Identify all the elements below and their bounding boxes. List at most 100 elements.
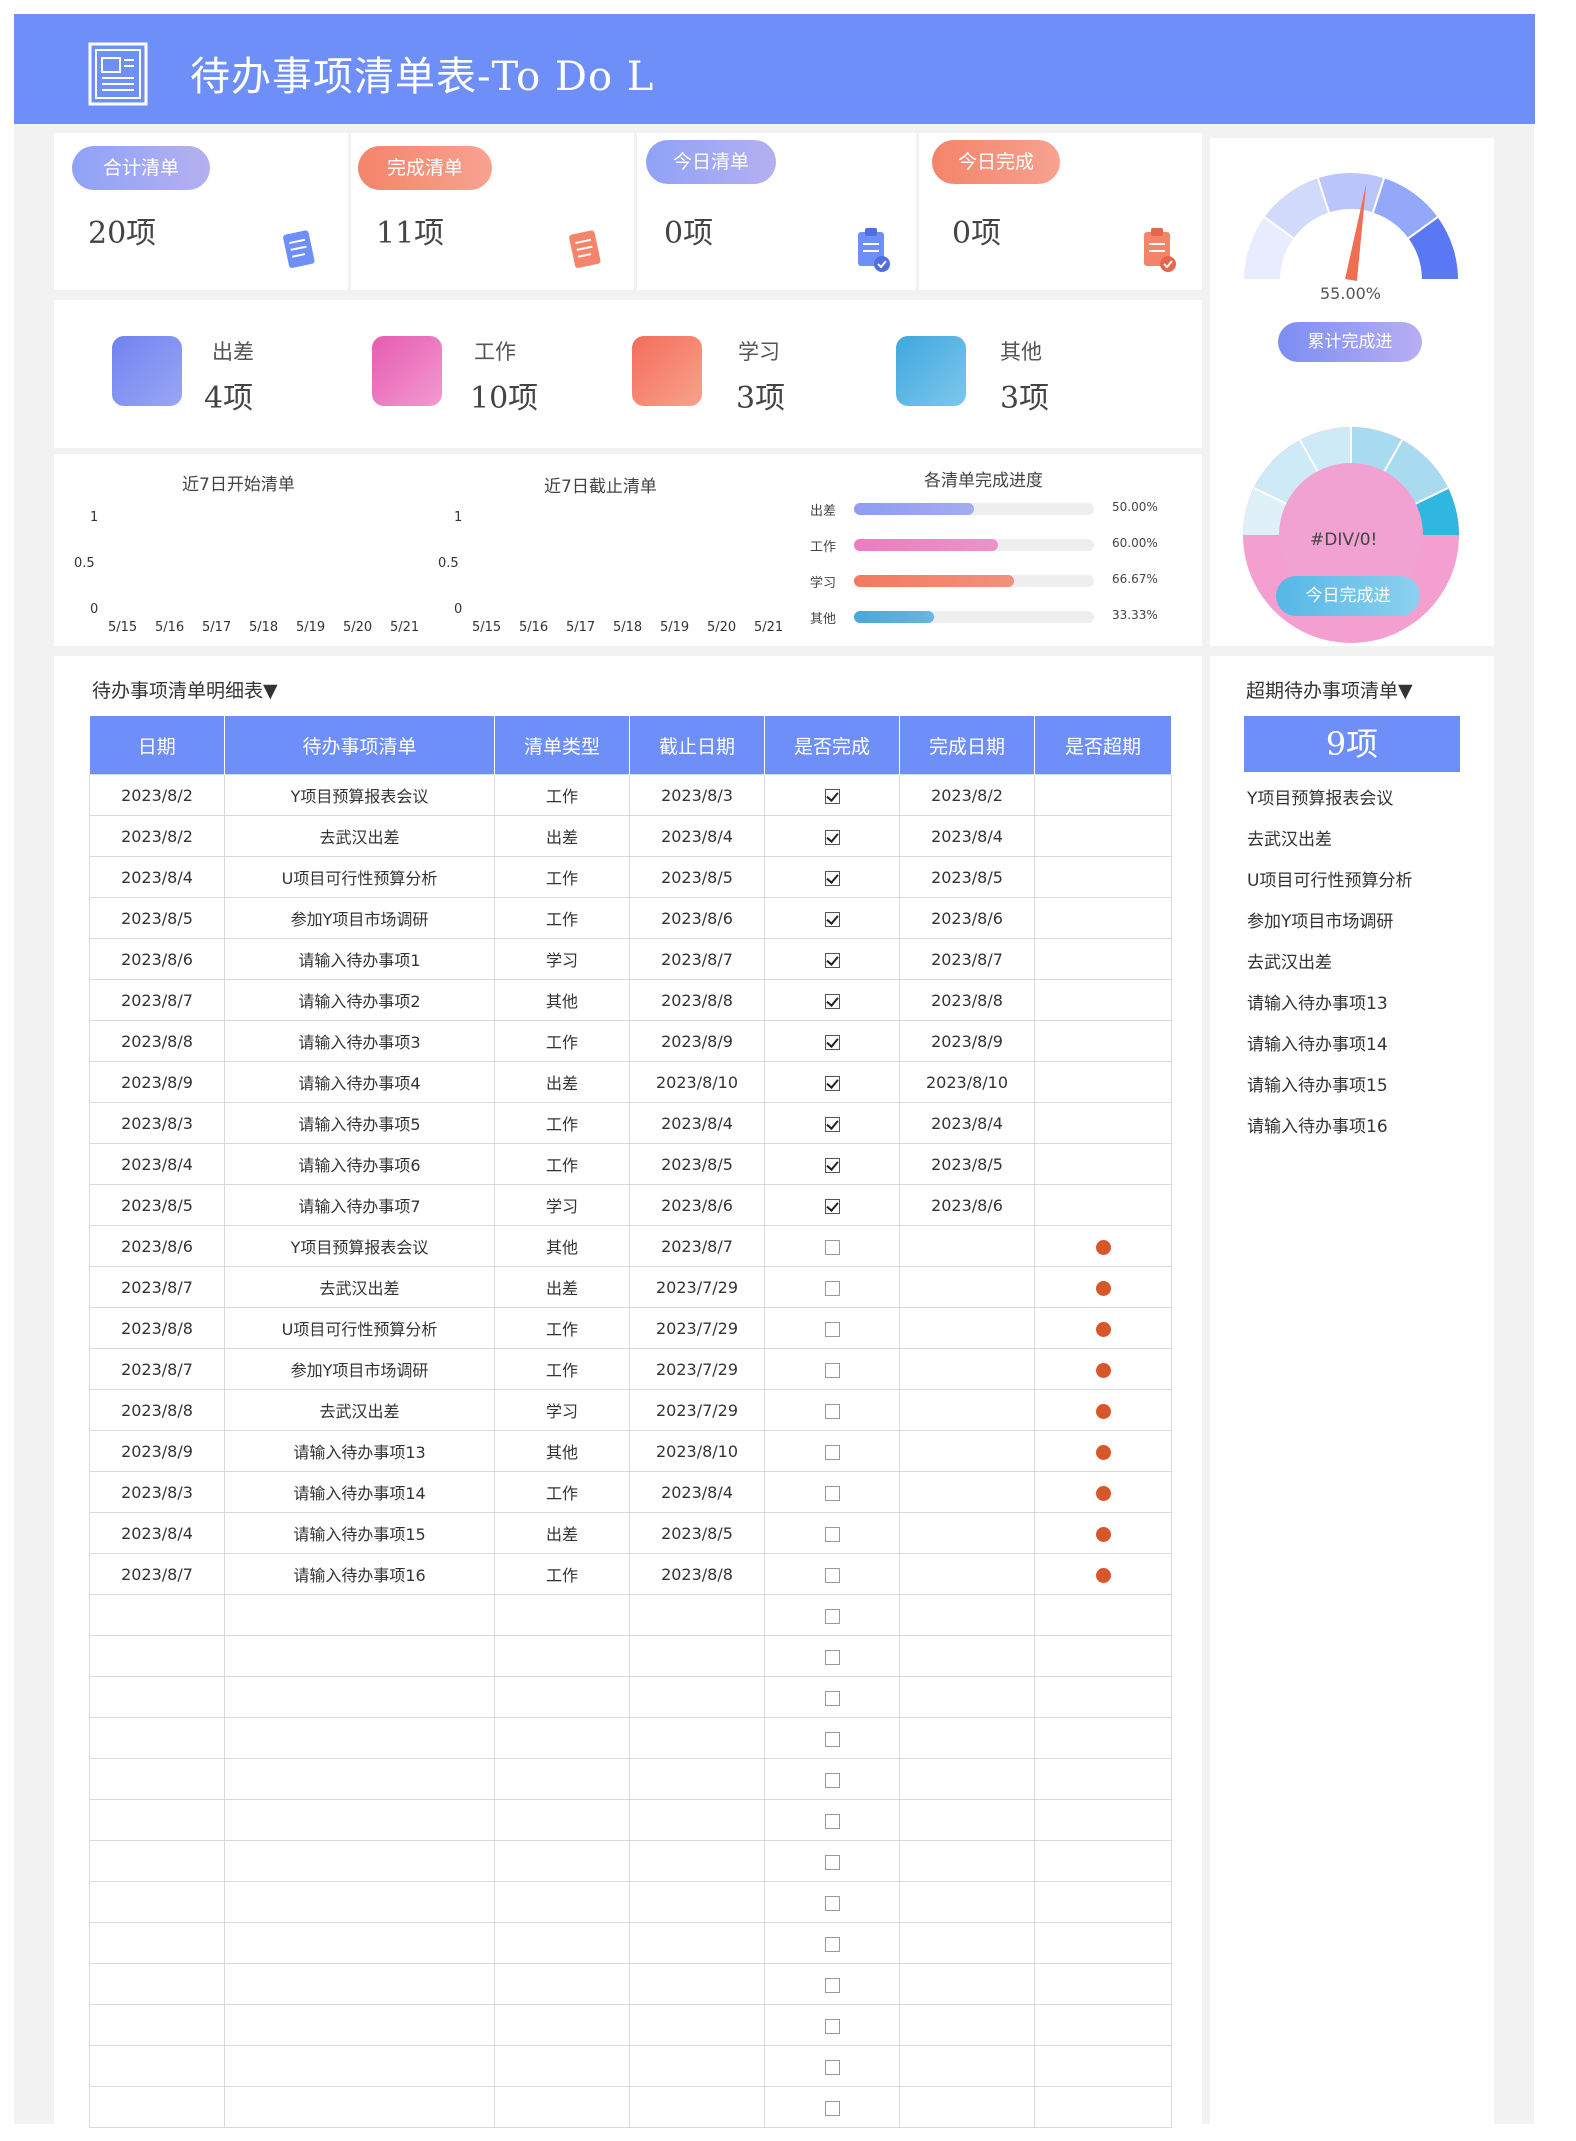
empty-cell[interactable] <box>494 2086 630 2128</box>
col-header-type[interactable]: 清单类型 <box>494 716 630 775</box>
empty-cell[interactable] <box>629 1799 765 1841</box>
checked-box-icon[interactable] <box>824 788 840 804</box>
empty-cell[interactable] <box>899 2004 1035 2046</box>
empty-cell[interactable] <box>629 1594 765 1636</box>
empty-cell[interactable] <box>899 2045 1035 2087</box>
empty-cell[interactable] <box>224 1676 495 1718</box>
row-done-checkbox[interactable] <box>764 1184 900 1226</box>
empty-cell[interactable] <box>89 1881 225 1923</box>
row-done-checkbox[interactable] <box>764 1143 900 1185</box>
empty-cell[interactable] <box>89 2045 225 2087</box>
empty-cell[interactable] <box>224 2004 495 2046</box>
empty-cell[interactable] <box>89 1799 225 1841</box>
col-header-task[interactable]: 待办事项清单 <box>224 716 495 775</box>
empty-cell[interactable] <box>1034 1840 1172 1882</box>
empty-cell[interactable] <box>494 1635 630 1677</box>
empty-box-icon[interactable] <box>824 1444 840 1460</box>
empty-cell[interactable] <box>629 1758 765 1800</box>
empty-cell[interactable] <box>224 1799 495 1841</box>
row-done-checkbox[interactable] <box>764 774 900 816</box>
table-row[interactable]: 2023/8/3 请输入待办事项14 工作 2023/8/4 <box>89 1471 1172 1513</box>
row-done-checkbox[interactable] <box>764 856 900 898</box>
empty-cell[interactable] <box>764 1717 900 1759</box>
empty-cell[interactable] <box>494 2045 630 2087</box>
empty-box-icon[interactable] <box>824 1895 840 1911</box>
col-header-overdue[interactable]: 是否超期 <box>1034 716 1172 775</box>
empty-cell[interactable] <box>764 1840 900 1882</box>
empty-cell[interactable] <box>629 1717 765 1759</box>
table-row[interactable]: 2023/8/7 请输入待办事项16 工作 2023/8/8 <box>89 1553 1172 1595</box>
empty-box-icon[interactable] <box>824 1485 840 1501</box>
empty-cell[interactable] <box>89 1922 225 1964</box>
empty-cell[interactable] <box>899 2086 1035 2128</box>
empty-cell[interactable] <box>629 1963 765 2005</box>
empty-box-icon[interactable] <box>824 1936 840 1952</box>
empty-cell[interactable] <box>629 1635 765 1677</box>
empty-cell[interactable] <box>899 1881 1035 1923</box>
empty-row[interactable] <box>89 1635 1172 1677</box>
checked-box-icon[interactable] <box>824 1157 840 1173</box>
empty-cell[interactable] <box>224 1717 495 1759</box>
empty-cell[interactable] <box>629 1676 765 1718</box>
empty-cell[interactable] <box>764 2045 900 2087</box>
empty-cell[interactable] <box>764 2086 900 2128</box>
table-row[interactable]: 2023/8/8 请输入待办事项3 工作 2023/8/9 2023/8/9 <box>89 1020 1172 1062</box>
empty-box-icon[interactable] <box>824 1977 840 1993</box>
empty-cell[interactable] <box>899 1676 1035 1718</box>
col-header-due[interactable]: 截止日期 <box>629 716 765 775</box>
table-row[interactable]: 2023/8/6 请输入待办事项1 学习 2023/8/7 2023/8/7 <box>89 938 1172 980</box>
col-header-done[interactable]: 是否完成 <box>764 716 900 775</box>
col-header-date[interactable]: 日期 <box>89 716 225 775</box>
checked-box-icon[interactable] <box>824 1116 840 1132</box>
empty-cell[interactable] <box>1034 1635 1172 1677</box>
empty-row[interactable] <box>89 1594 1172 1636</box>
row-done-checkbox[interactable] <box>764 1102 900 1144</box>
empty-cell[interactable] <box>224 2045 495 2087</box>
empty-box-icon[interactable] <box>824 1772 840 1788</box>
table-row[interactable]: 2023/8/8 去武汉出差 学习 2023/7/29 <box>89 1389 1172 1431</box>
empty-box-icon[interactable] <box>824 1608 840 1624</box>
empty-box-icon[interactable] <box>824 1526 840 1542</box>
table-row[interactable]: 2023/8/4 请输入待办事项15 出差 2023/8/5 <box>89 1512 1172 1554</box>
empty-cell[interactable] <box>899 1635 1035 1677</box>
empty-cell[interactable] <box>224 1594 495 1636</box>
empty-cell[interactable] <box>1034 1717 1172 1759</box>
empty-cell[interactable] <box>764 1635 900 1677</box>
empty-box-icon[interactable] <box>824 1403 840 1419</box>
table-row[interactable]: 2023/8/4 U项目可行性预算分析 工作 2023/8/5 2023/8/5 <box>89 856 1172 898</box>
table-row[interactable]: 2023/8/7 请输入待办事项2 其他 2023/8/8 2023/8/8 <box>89 979 1172 1021</box>
empty-cell[interactable] <box>89 1840 225 1882</box>
table-row[interactable]: 2023/8/9 请输入待办事项13 其他 2023/8/10 <box>89 1430 1172 1472</box>
table-row[interactable]: 2023/8/5 请输入待办事项7 学习 2023/8/6 2023/8/6 <box>89 1184 1172 1226</box>
empty-box-icon[interactable] <box>824 1854 840 1870</box>
empty-cell[interactable] <box>899 1840 1035 1882</box>
empty-cell[interactable] <box>629 2086 765 2128</box>
empty-box-icon[interactable] <box>824 1567 840 1583</box>
empty-row[interactable] <box>89 1840 1172 1882</box>
empty-cell[interactable] <box>224 1635 495 1677</box>
checked-box-icon[interactable] <box>824 1075 840 1091</box>
empty-cell[interactable] <box>224 1963 495 2005</box>
table-row[interactable]: 2023/8/7 去武汉出差 出差 2023/7/29 <box>89 1266 1172 1308</box>
empty-row[interactable] <box>89 1717 1172 1759</box>
empty-cell[interactable] <box>224 1758 495 1800</box>
row-done-checkbox[interactable] <box>764 815 900 857</box>
empty-cell[interactable] <box>1034 1594 1172 1636</box>
empty-cell[interactable] <box>494 1799 630 1841</box>
empty-box-icon[interactable] <box>824 1280 840 1296</box>
empty-cell[interactable] <box>89 2086 225 2128</box>
empty-cell[interactable] <box>1034 1676 1172 1718</box>
checked-box-icon[interactable] <box>824 993 840 1009</box>
empty-row[interactable] <box>89 1758 1172 1800</box>
empty-cell[interactable] <box>494 1881 630 1923</box>
empty-row[interactable] <box>89 2086 1172 2128</box>
empty-cell[interactable] <box>899 1717 1035 1759</box>
empty-cell[interactable] <box>494 1676 630 1718</box>
empty-cell[interactable] <box>224 1922 495 1964</box>
empty-cell[interactable] <box>764 2004 900 2046</box>
empty-cell[interactable] <box>764 1922 900 1964</box>
empty-cell[interactable] <box>1034 1881 1172 1923</box>
checked-box-icon[interactable] <box>824 952 840 968</box>
checked-box-icon[interactable] <box>824 829 840 845</box>
empty-box-icon[interactable] <box>824 1362 840 1378</box>
